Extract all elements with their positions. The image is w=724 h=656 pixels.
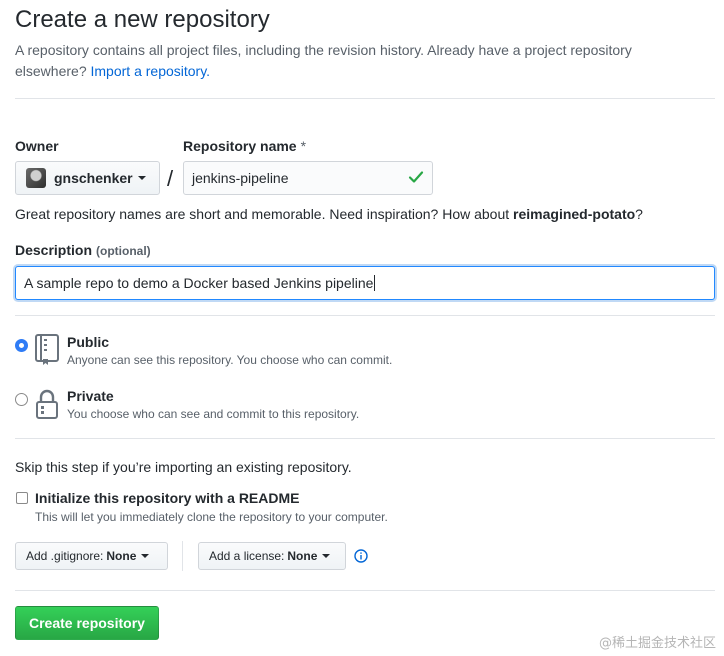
- divider: [15, 315, 715, 316]
- name-hint: Great repository names are short and mem…: [15, 206, 643, 222]
- import-note: Skip this step if you’re importing an ex…: [15, 459, 352, 475]
- avatar: [26, 168, 46, 188]
- readme-checkbox[interactable]: [16, 492, 28, 504]
- repo-name-label: Repository name *: [183, 138, 306, 154]
- import-repository-link[interactable]: Import a repository.: [91, 63, 211, 79]
- owner-value: gnschenker: [54, 170, 133, 186]
- caret-down-icon: [322, 554, 331, 558]
- description-input[interactable]: A sample repo to demo a Docker based Jen…: [15, 266, 715, 300]
- description-label-text: Description: [15, 242, 93, 258]
- public-desc: Anyone can see this repository. You choo…: [67, 353, 393, 367]
- description-label: Description (optional): [15, 242, 151, 258]
- description-value: A sample repo to demo a Docker based Jen…: [24, 275, 374, 291]
- private-radio[interactable]: [15, 393, 28, 406]
- lock-icon: [36, 389, 58, 419]
- divider: [15, 98, 715, 99]
- private-desc: You choose who can see and commit to thi…: [67, 407, 360, 421]
- repo-name-input[interactable]: jenkins-pipeline: [183, 161, 433, 195]
- divider: [15, 590, 715, 591]
- check-icon: [408, 171, 424, 183]
- info-icon[interactable]: [354, 549, 368, 563]
- public-title: Public: [67, 334, 110, 350]
- optional-mark: (optional): [96, 244, 151, 258]
- readme-desc: This will let you immediately clone the …: [35, 510, 388, 524]
- create-repository-button[interactable]: Create repository: [15, 606, 159, 640]
- owner-label: Owner: [15, 138, 59, 154]
- repo-name-value: jenkins-pipeline: [192, 170, 289, 186]
- divider: [182, 541, 183, 571]
- repo-name-label-text: Repository name: [183, 138, 297, 154]
- text-cursor: [374, 275, 376, 291]
- caret-down-icon: [141, 554, 150, 558]
- caret-down-icon: [137, 176, 146, 180]
- readme-label[interactable]: Initialize this repository with a README: [35, 490, 299, 506]
- page-subtitle: A repository contains all project files,…: [15, 40, 695, 82]
- required-mark: *: [300, 138, 307, 154]
- name-hint-text: Great repository names are short and mem…: [15, 206, 510, 222]
- gitignore-select[interactable]: Add .gitignore: None: [15, 542, 168, 570]
- divider: [15, 438, 715, 439]
- license-value: None: [287, 549, 318, 563]
- license-select[interactable]: Add a license: None: [198, 542, 346, 570]
- license-label: Add a license:: [209, 549, 285, 563]
- watermark: @稀土掘金技术社区: [598, 636, 716, 651]
- gitignore-label: Add .gitignore:: [26, 549, 104, 563]
- gitignore-value: None: [106, 549, 137, 563]
- private-title: Private: [67, 388, 114, 404]
- owner-repo-separator: /: [167, 166, 174, 191]
- name-hint-end: ?: [635, 206, 643, 222]
- owner-select[interactable]: gnschenker: [15, 161, 160, 195]
- repo-book-icon: [35, 334, 59, 365]
- public-radio[interactable]: [15, 339, 28, 352]
- page-title: Create a new repository: [15, 6, 270, 33]
- name-suggestion[interactable]: reimagined-potato: [513, 206, 635, 222]
